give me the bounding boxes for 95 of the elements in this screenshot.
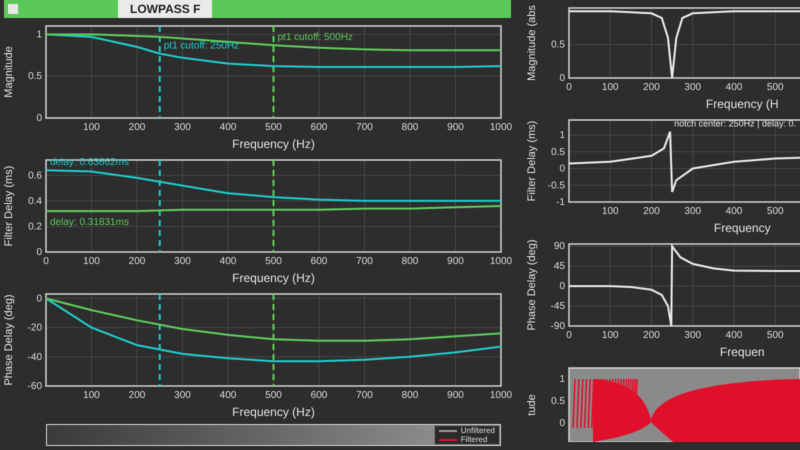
tick-label: 500 — [766, 82, 784, 93]
tick-label: -60 — [28, 381, 42, 392]
tick-label: 400 — [726, 206, 742, 217]
tick-label: 400 — [220, 122, 236, 133]
axis-label: Frequency — [714, 221, 771, 235]
tick-label: 200 — [643, 206, 660, 217]
legend-label: Unfiltered — [460, 426, 495, 435]
tick-label: 900 — [447, 390, 464, 401]
tick-label: 300 — [174, 390, 191, 401]
axis-label: Frequency (Hz) — [232, 405, 315, 419]
tick-label: 200 — [128, 122, 146, 133]
tick-label: 600 — [310, 256, 328, 267]
axis-label: Phase Delay (deg) — [526, 239, 538, 331]
tick-label: 0 — [566, 330, 572, 341]
tick-label: 0 — [559, 281, 565, 292]
tick-label: 200 — [128, 390, 146, 401]
tick-label: 200 — [643, 330, 660, 341]
tick-label: 0 — [559, 164, 565, 175]
tick-label: 700 — [356, 390, 373, 401]
tick-label: -0.5 — [548, 180, 565, 192]
tick-label: 300 — [684, 206, 702, 217]
tick-label: 400 — [220, 390, 236, 401]
tick-label: 700 — [356, 256, 373, 267]
tick-label: 0.6 — [28, 170, 42, 182]
tick-label: 100 — [602, 82, 619, 93]
tick-label: 1000 — [490, 256, 512, 267]
tick-label: 900 — [447, 122, 464, 133]
tick-label: 100 — [602, 206, 619, 217]
tick-label: 400 — [726, 82, 742, 93]
axis-label: Frequen — [720, 345, 765, 359]
tick-label: 900 — [447, 256, 464, 267]
tick-label: 500 — [766, 330, 784, 341]
axis-label: Filter Delay (ms) — [3, 166, 15, 246]
axis-label: Frequency (Hz) — [232, 137, 315, 151]
tick-label: 0 — [36, 113, 42, 124]
tick-label: -1 — [556, 197, 565, 208]
tick-label: -45 — [550, 301, 565, 312]
tick-label: 0 — [566, 82, 572, 93]
tick-label: 0.5 — [551, 146, 565, 158]
tick-label: 300 — [174, 256, 191, 267]
tick-label: 400 — [726, 330, 742, 341]
tick-label: 0.2 — [28, 221, 42, 232]
annotation-label: delay: 0.31831ms — [50, 217, 129, 228]
annotation-label: pt1 cutoff: 250Hz — [164, 40, 240, 52]
tick-label: 1 — [36, 29, 42, 40]
tick-label: 0 — [559, 73, 565, 84]
tick-label: 700 — [356, 122, 373, 133]
tick-label: 400 — [220, 256, 236, 267]
tick-label: 0 — [43, 256, 49, 267]
tick-label: 200 — [128, 256, 146, 267]
tick-label: 0 — [36, 247, 42, 258]
tick-label: 800 — [402, 256, 418, 267]
axis-label: Frequency (H — [706, 97, 779, 111]
axis-label: tude — [526, 394, 538, 416]
tick-label: 500 — [766, 206, 784, 217]
tick-label: 300 — [684, 330, 702, 341]
axis-label: Filter Delay (ms) — [526, 120, 538, 202]
axis-label: Magnitude (abs — [526, 5, 538, 81]
tick-label: 600 — [310, 122, 328, 133]
tick-label: 0 — [36, 293, 42, 304]
tick-label: 100 — [602, 330, 619, 341]
tick-label: 800 — [402, 122, 418, 133]
tick-label: 200 — [643, 82, 660, 93]
tick-label: 300 — [174, 122, 191, 133]
tick-label: 500 — [265, 122, 282, 133]
tick-label: 300 — [684, 82, 702, 93]
tick-label: 45 — [554, 261, 565, 272]
figure-title: LOWPASS F — [130, 1, 200, 18]
annotation-label: notch center: 250Hz | delay: 0. — [674, 118, 796, 129]
axis-label: Phase Delay (deg) — [3, 294, 15, 386]
tick-label: 600 — [310, 390, 328, 401]
tick-label: 500 — [265, 390, 282, 401]
annotation-label: pt1 cutoff: 500Hz — [278, 32, 353, 44]
tick-label: 100 — [83, 390, 100, 401]
tick-label: -90 — [550, 321, 565, 332]
axis-label: Frequency (Hz) — [232, 271, 315, 285]
tick-label: 1 — [559, 374, 565, 385]
tick-label: -20 — [28, 322, 42, 334]
tick-label: 500 — [265, 256, 282, 267]
tick-label: 800 — [402, 390, 418, 401]
annotation-label: delay: 0.63662ms — [50, 157, 129, 168]
legend-label: Filtered — [460, 435, 488, 444]
tick-label: 0.5 — [551, 396, 565, 407]
axis-label: Magnitude — [3, 46, 15, 98]
tick-label: 0 — [559, 418, 565, 429]
tick-label: 1 — [559, 130, 565, 142]
tick-label: 90 — [554, 241, 565, 252]
tick-label: -40 — [28, 352, 42, 363]
tick-label: 0.4 — [28, 196, 42, 207]
tick-label: 100 — [83, 256, 100, 267]
tick-label: 1000 — [490, 390, 512, 401]
tick-label: 100 — [83, 122, 100, 133]
tick-label: 0.5 — [28, 71, 42, 82]
tick-label: 1000 — [490, 122, 512, 133]
tick-label: 0.5 — [551, 40, 565, 51]
